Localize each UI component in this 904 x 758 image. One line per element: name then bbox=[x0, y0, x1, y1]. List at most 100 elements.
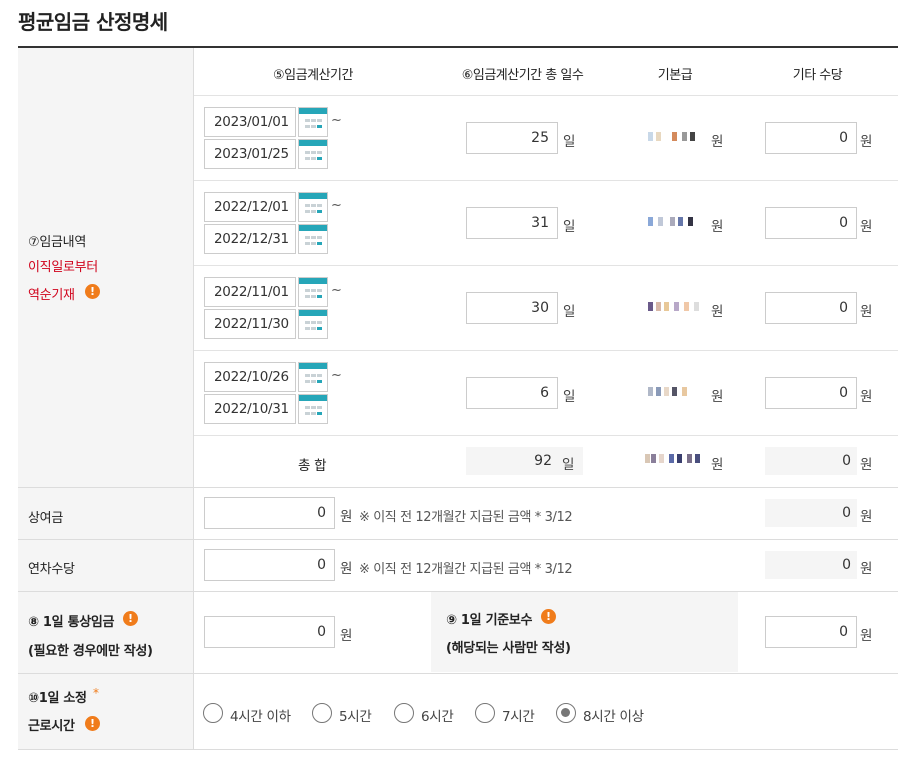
bonus-note: ※ 이직 전 12개월간 지급된 금액 * 3/12 bbox=[359, 510, 573, 525]
header-base-pay: 기본급 bbox=[657, 68, 693, 83]
work-hours-radio-label[interactable]: 4시간 이하 bbox=[230, 705, 291, 725]
bonus-result-unit: 원 bbox=[860, 509, 873, 525]
daily-base-label-bg bbox=[431, 592, 738, 672]
row-divider bbox=[194, 435, 898, 436]
period-days-input[interactable]: 25 bbox=[466, 122, 558, 154]
period-tilde: ~ bbox=[331, 113, 342, 128]
header-divider bbox=[194, 95, 898, 96]
calendar-icon[interactable] bbox=[298, 394, 328, 424]
base-pay-unit: 원 bbox=[711, 304, 724, 320]
period-other-input[interactable]: 0 bbox=[765, 122, 857, 154]
annual-leave-input[interactable]: 0 bbox=[204, 549, 335, 581]
warning-circle-icon[interactable]: ! bbox=[85, 284, 100, 299]
annual-leave-result-unit: 원 bbox=[860, 561, 873, 577]
period-other-unit: 원 bbox=[860, 304, 873, 320]
base-pay-masked bbox=[648, 132, 708, 142]
period-days-input[interactable]: 30 bbox=[466, 292, 558, 324]
bonus-result: 0 bbox=[842, 505, 851, 521]
total-days-unit: 일 bbox=[562, 457, 575, 473]
total-base-pay-unit: 원 bbox=[711, 457, 724, 473]
period-tilde: ~ bbox=[331, 368, 342, 383]
annual-leave-note: ※ 이직 전 12개월간 지급된 금액 * 3/12 bbox=[359, 562, 573, 577]
base-pay-masked bbox=[648, 217, 708, 227]
annual-leave-unit: 원 bbox=[340, 561, 353, 577]
work-hours-radio[interactable] bbox=[312, 703, 332, 723]
work-hours-label: ⑩1일 소정 bbox=[28, 691, 87, 706]
header-days: ⑥임금계산기간 총 일수 bbox=[461, 68, 584, 83]
warning-circle-icon[interactable]: ! bbox=[85, 716, 100, 731]
wage-section-label: ⑦임금내역 bbox=[28, 235, 86, 250]
page-title: 평균임금 산정명세 bbox=[18, 10, 168, 34]
section-divider bbox=[18, 539, 898, 540]
period-tilde: ~ bbox=[331, 198, 342, 213]
calendar-icon[interactable] bbox=[298, 139, 328, 169]
wage-section-note2: 역순기재 bbox=[28, 288, 75, 303]
header-period: ⑤임금계산기간 bbox=[273, 68, 353, 83]
base-pay-unit: 원 bbox=[711, 389, 724, 405]
period-days-unit: 일 bbox=[563, 389, 576, 405]
base-pay-masked bbox=[648, 302, 708, 312]
section-divider bbox=[18, 749, 898, 750]
annual-leave-result: 0 bbox=[842, 557, 851, 573]
work-hours-radio[interactable] bbox=[556, 703, 576, 723]
row-divider bbox=[194, 180, 898, 181]
period-days-unit: 일 bbox=[563, 219, 576, 235]
calendar-icon[interactable] bbox=[298, 107, 328, 137]
work-hours-radio-label[interactable]: 8시간 이상 bbox=[583, 705, 644, 725]
calendar-icon[interactable] bbox=[298, 192, 328, 222]
period-tilde: ~ bbox=[331, 283, 342, 298]
period-start-input[interactable]: 2022/10/26 bbox=[204, 362, 296, 392]
period-days-input[interactable]: 6 bbox=[466, 377, 558, 409]
bonus-input[interactable]: 0 bbox=[204, 497, 335, 529]
period-other-input[interactable]: 0 bbox=[765, 292, 857, 324]
calendar-icon[interactable] bbox=[298, 362, 328, 392]
period-days-unit: 일 bbox=[563, 134, 576, 150]
base-pay-unit: 원 bbox=[711, 219, 724, 235]
period-start-input[interactable]: 2022/12/01 bbox=[204, 192, 296, 222]
period-end-input[interactable]: 2023/01/25 bbox=[204, 139, 296, 169]
period-other-input[interactable]: 0 bbox=[765, 207, 857, 239]
base-pay-masked bbox=[648, 387, 708, 397]
work-hours-sub: 근로시간 bbox=[28, 719, 75, 734]
period-start-input[interactable]: 2023/01/01 bbox=[204, 107, 296, 137]
daily-wage-sub: (필요한 경우에만 작성) bbox=[28, 644, 153, 659]
daily-base-input[interactable]: 0 bbox=[765, 616, 857, 648]
row-divider bbox=[194, 350, 898, 351]
row-divider bbox=[194, 265, 898, 266]
total-days-value: 92 bbox=[534, 453, 552, 469]
section-divider bbox=[18, 591, 898, 592]
calendar-icon[interactable] bbox=[298, 309, 328, 339]
period-other-unit: 원 bbox=[860, 219, 873, 235]
daily-base-sub: (해당되는 사람만 작성) bbox=[446, 641, 571, 656]
header-other-allowance: 기타 수당 bbox=[792, 68, 843, 83]
bonus-unit: 원 bbox=[340, 509, 353, 525]
period-days-input[interactable]: 31 bbox=[466, 207, 558, 239]
work-hours-radio[interactable] bbox=[394, 703, 414, 723]
period-other-unit: 원 bbox=[860, 134, 873, 150]
work-hours-radio[interactable] bbox=[475, 703, 495, 723]
period-end-input[interactable]: 2022/10/31 bbox=[204, 394, 296, 424]
bonus-label: 상여금 bbox=[28, 511, 63, 526]
annual-leave-label: 연차수당 bbox=[28, 562, 75, 577]
daily-base-unit: 원 bbox=[860, 628, 873, 644]
work-hours-radio-label[interactable]: 5시간 bbox=[339, 705, 372, 725]
daily-wage-input[interactable]: 0 bbox=[204, 616, 335, 648]
period-other-input[interactable]: 0 bbox=[765, 377, 857, 409]
work-hours-radio[interactable] bbox=[203, 703, 223, 723]
total-other-unit: 원 bbox=[860, 457, 873, 473]
wage-section-note1: 이직일로부터 bbox=[28, 260, 98, 275]
base-pay-unit: 원 bbox=[711, 134, 724, 150]
warning-circle-icon[interactable]: ! bbox=[541, 609, 556, 624]
period-start-input[interactable]: 2022/11/01 bbox=[204, 277, 296, 307]
calendar-icon[interactable] bbox=[298, 277, 328, 307]
calendar-icon[interactable] bbox=[298, 224, 328, 254]
total-label: 총 합 bbox=[298, 458, 327, 474]
work-hours-radio-label[interactable]: 7시간 bbox=[502, 705, 535, 725]
required-star-icon: * bbox=[93, 686, 99, 700]
warning-circle-icon[interactable]: ! bbox=[123, 611, 138, 626]
work-hours-radio-label[interactable]: 6시간 bbox=[421, 705, 454, 725]
column-divider bbox=[193, 48, 194, 750]
period-end-input[interactable]: 2022/11/30 bbox=[204, 309, 296, 339]
period-days-unit: 일 bbox=[563, 304, 576, 320]
period-end-input[interactable]: 2022/12/31 bbox=[204, 224, 296, 254]
